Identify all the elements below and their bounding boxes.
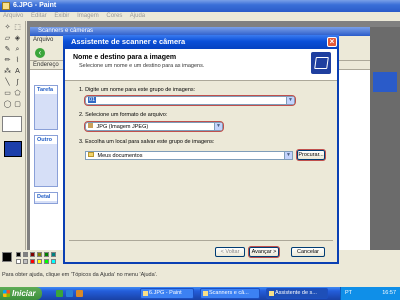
magnifier-icon[interactable]: ⌕ [13, 45, 22, 54]
back-arrow-icon[interactable]: ‹ [35, 48, 45, 58]
save-location-select[interactable]: Meus documentos ▼ [85, 151, 293, 160]
quicklaunch-icon[interactable] [66, 290, 73, 297]
browse-button[interactable]: Procurar... [296, 149, 326, 161]
scanner-menu-arquivo[interactable]: Arquivo [33, 37, 53, 43]
back-button[interactable]: < Voltar [215, 247, 245, 257]
task-pane-outro[interactable]: Outro [34, 135, 58, 187]
menu-arquivo[interactable]: Arquivo [3, 13, 23, 19]
paint-menu-bar: Arquivo Editar Exibir Imagem Cores Ajuda [0, 12, 400, 21]
color-swatch[interactable] [23, 252, 28, 257]
folder-icon [88, 152, 94, 157]
menu-cores[interactable]: Cores [106, 13, 122, 19]
tool-options[interactable] [2, 116, 22, 132]
clock: 16:57 [382, 290, 396, 296]
step2-label: 2. Selecione um formato de arquivo: [79, 112, 168, 118]
scanner-content-panel [370, 27, 400, 252]
eraser-icon[interactable]: ▱ [3, 34, 12, 43]
foreground-color-swatch[interactable] [2, 252, 12, 262]
color-swatch[interactable] [44, 259, 49, 264]
line-icon[interactable]: ╲ [3, 78, 12, 87]
color-swatch[interactable] [37, 252, 42, 257]
scanner-device-icon[interactable] [373, 72, 397, 92]
paint-title-bar[interactable]: 6.JPG - Paint [0, 0, 400, 12]
taskbar-item-paint[interactable]: 6.JPG - Paint [140, 288, 194, 299]
dialog-header: Nome e destino para a imagem Selecione u… [65, 49, 337, 81]
cancel-button[interactable]: Cancelar [291, 247, 325, 257]
color-swatch[interactable] [23, 259, 28, 264]
color-swatch[interactable] [16, 259, 21, 264]
next-button[interactable]: Avançar > [248, 246, 280, 258]
task-pane-header: Tarefa [35, 86, 57, 94]
color-swatch[interactable] [16, 252, 21, 257]
rect-select-icon[interactable]: ⬚ [13, 23, 22, 32]
taskbar-item-wizard[interactable]: Assistente de s... [266, 288, 328, 299]
ellipse-icon[interactable]: ◯ [3, 100, 12, 109]
save-location-value: Meus documentos [97, 153, 143, 159]
text-tool-icon[interactable]: A [13, 67, 22, 76]
paint-title: 6.JPG - Paint [13, 2, 57, 9]
menu-imagem[interactable]: Imagem [77, 13, 99, 19]
task-pane-detal[interactable]: Detal [34, 192, 58, 204]
color-swatch[interactable] [51, 252, 56, 257]
address-label: Endereço [33, 62, 59, 68]
dialog-title-bar[interactable]: Assistente de scanner e câmera × [63, 35, 339, 49]
task-pane-header: Outro [35, 136, 57, 144]
color-swatch[interactable] [37, 259, 42, 264]
system-tray: PT 16:57 [340, 287, 400, 300]
scanner-wizard-dialog: Assistente de scanner e câmera × Nome e … [63, 35, 339, 264]
dialog-separator [69, 240, 333, 241]
image-file-icon [88, 123, 93, 128]
quicklaunch-icon[interactable] [76, 290, 83, 297]
chevron-down-icon[interactable]: ▼ [214, 123, 222, 130]
file-format-select[interactable]: JPG (Imagem JPEG) ▼ [84, 121, 224, 132]
menu-ajuda[interactable]: Ajuda [130, 13, 145, 19]
task-pane-tarefa[interactable]: Tarefa [34, 85, 58, 130]
group-name-value: 01 [88, 97, 97, 103]
paint-toolbox: ✧ ⬚ ▱ ◈ ✎ ⌕ ✏ ⌇ ⁂ A ╲ ∫ ▭ ⬠ ◯ ▢ [0, 21, 26, 256]
quicklaunch-icon[interactable] [56, 290, 63, 297]
group-name-combobox[interactable]: 01 ▼ [84, 95, 296, 106]
menu-exibir[interactable]: Exibir [54, 13, 69, 19]
pencil-icon[interactable]: ✏ [3, 56, 12, 65]
taskbar: Iniciar 6.JPG - Paint Scanners e câ... A… [0, 287, 400, 300]
curve-icon[interactable]: ∫ [13, 78, 22, 87]
step3-label: 3. Escolha um local para salvar este gru… [79, 139, 215, 145]
scanner-camera-icon [311, 52, 331, 74]
free-select-icon[interactable]: ✧ [3, 23, 12, 32]
paint-app-icon [2, 2, 10, 10]
close-icon[interactable]: × [327, 37, 337, 47]
start-button[interactable]: Iniciar [0, 287, 42, 300]
taskbar-item-scanners[interactable]: Scanners e câ... [200, 288, 260, 299]
color-swatch[interactable] [51, 259, 56, 264]
color-swatch[interactable] [30, 259, 35, 264]
dialog-header-title: Nome e destino para a imagem [73, 54, 177, 61]
step1-label: 1. Digite um nome para este grupo de ima… [79, 87, 196, 93]
polygon-icon[interactable]: ⬠ [13, 89, 22, 98]
menu-editar[interactable]: Editar [31, 13, 47, 19]
scanner-shortcut-icon[interactable] [4, 141, 22, 157]
dialog-header-subtitle: Selecione um nome e um destino para as i… [79, 63, 205, 69]
color-swatch[interactable] [44, 252, 49, 257]
picker-icon[interactable]: ✎ [3, 45, 12, 54]
file-format-value: JPG (Imagem JPEG) [96, 124, 149, 130]
brush-icon[interactable]: ⌇ [13, 56, 22, 65]
rectangle-icon[interactable]: ▭ [3, 89, 12, 98]
fill-icon[interactable]: ◈ [13, 34, 22, 43]
chevron-down-icon[interactable]: ▼ [286, 97, 294, 104]
airbrush-icon[interactable]: ⁂ [3, 67, 12, 76]
language-indicator[interactable]: PT [345, 290, 352, 296]
chevron-down-icon[interactable]: ▼ [284, 152, 292, 159]
color-swatch[interactable] [30, 252, 35, 257]
rounded-rect-icon[interactable]: ▢ [13, 100, 22, 109]
paint-status-bar: Para obter ajuda, clique em 'Tópicos da … [0, 270, 400, 280]
task-pane-header: Detal [35, 193, 57, 201]
dialog-title: Assistente de scanner e câmera [71, 37, 186, 46]
